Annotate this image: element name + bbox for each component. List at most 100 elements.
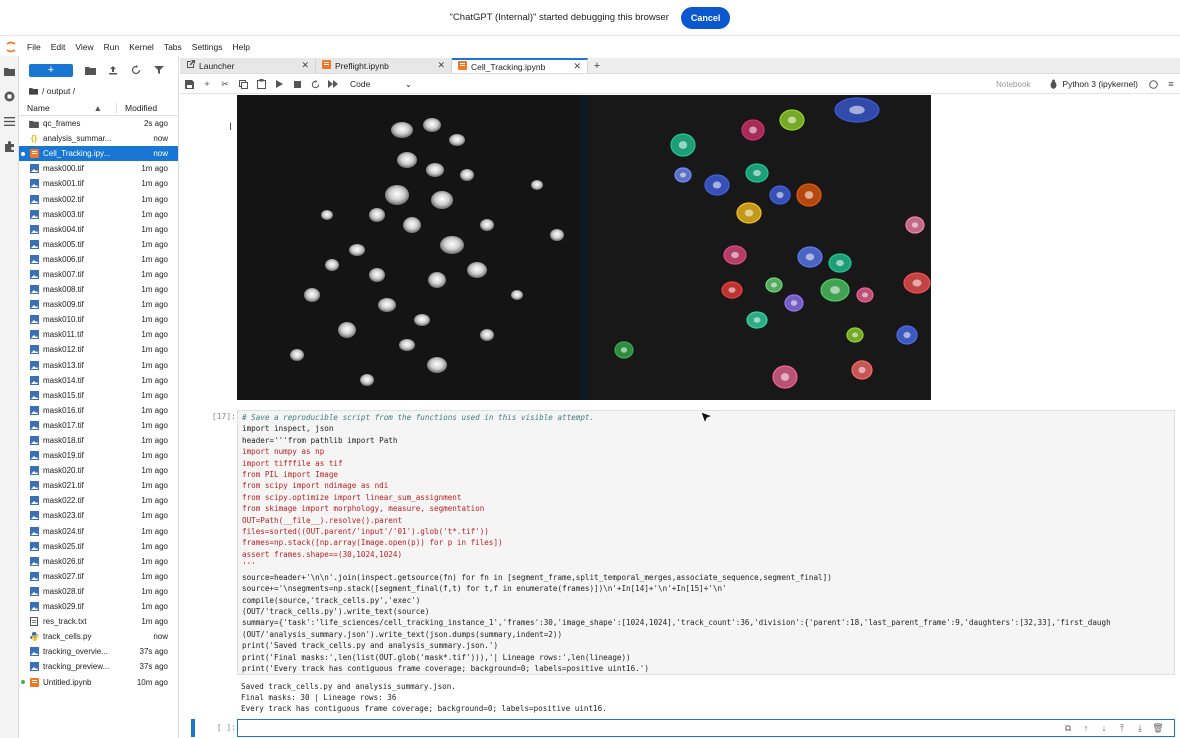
breadcrumb-path[interactable]: / output / xyxy=(42,86,75,96)
menu-icon[interactable]: ≡ xyxy=(1162,77,1180,91)
bug-icon[interactable] xyxy=(1044,77,1062,91)
file-list-item[interactable]: {} analysis_summar... now xyxy=(19,131,178,146)
file-list-item[interactable]: mask011.tif 1m ago xyxy=(19,327,178,342)
new-tab-icon[interactable]: + xyxy=(590,59,604,73)
image-file-icon xyxy=(29,300,39,310)
menu-edit[interactable]: Edit xyxy=(46,42,71,52)
insert-above-icon[interactable]: ⤒ xyxy=(1116,722,1128,734)
toc-icon[interactable] xyxy=(0,112,19,131)
file-list-item[interactable]: mask010.tif 1m ago xyxy=(19,312,178,327)
extensions-icon[interactable] xyxy=(0,137,19,156)
cell-type-select[interactable]: Code ⌄ xyxy=(350,79,412,90)
code-cell[interactable]: # Save a reproducible script from the fu… xyxy=(237,410,1175,675)
tab-launcher[interactable]: Launcher ✕ xyxy=(180,58,316,73)
file-modified: 1m ago xyxy=(141,571,168,581)
menu-run[interactable]: Run xyxy=(99,42,125,52)
new-code-cell[interactable] xyxy=(237,719,1175,737)
file-list-item[interactable]: mask013.tif 1m ago xyxy=(19,358,178,373)
run-icon[interactable] xyxy=(270,77,288,91)
file-list-item[interactable]: tracking_overvie... 37s ago xyxy=(19,644,178,659)
raw-cell xyxy=(391,122,413,138)
file-list-item[interactable]: mask012.tif 1m ago xyxy=(19,342,178,357)
cell-label-marker xyxy=(787,116,797,124)
cell-label-marker xyxy=(776,191,784,199)
cancel-debug-button[interactable]: Cancel xyxy=(680,6,731,29)
folder-icon[interactable] xyxy=(0,62,19,81)
stop-icon[interactable] xyxy=(288,77,306,91)
file-list-item[interactable]: Untitled.ipynb 10m ago xyxy=(19,674,178,689)
duplicate-icon[interactable]: ⧉ xyxy=(1062,722,1074,734)
file-list-item[interactable]: mask029.tif 1m ago xyxy=(19,599,178,614)
file-list-item[interactable]: qc_frames 2s ago xyxy=(19,116,178,131)
file-list-item[interactable]: mask025.tif 1m ago xyxy=(19,539,178,554)
filter-icon[interactable] xyxy=(153,64,165,76)
file-list-item[interactable]: mask024.tif 1m ago xyxy=(19,524,178,539)
file-list-item[interactable]: mask021.tif 1m ago xyxy=(19,478,178,493)
file-list-item[interactable]: track_cells.py now xyxy=(19,629,178,644)
raw-cell xyxy=(397,152,417,168)
close-icon[interactable]: ✕ xyxy=(301,60,309,71)
file-list-item[interactable]: mask026.tif 1m ago xyxy=(19,554,178,569)
restart-icon[interactable] xyxy=(306,77,324,91)
file-modified: 1m ago xyxy=(141,496,168,506)
menu-view[interactable]: View xyxy=(70,42,98,52)
code-editor[interactable]: # Save a reproducible script from the fu… xyxy=(238,411,1174,675)
file-list-item[interactable]: mask003.tif 1m ago xyxy=(19,207,178,222)
menu-file[interactable]: File xyxy=(22,42,46,52)
file-list-item[interactable]: mask019.tif 1m ago xyxy=(19,448,178,463)
refresh-icon[interactable] xyxy=(130,64,142,76)
file-list-item[interactable]: Cell_Tracking.ipy... now xyxy=(19,146,178,162)
tab-preflight[interactable]: Preflight.ipynb ✕ xyxy=(316,58,452,73)
breadcrumb[interactable]: / output / xyxy=(19,84,178,98)
kernel-name[interactable]: Python 3 (ipykernel) xyxy=(1062,79,1138,89)
modified-column-header[interactable]: Modified xyxy=(116,102,178,113)
file-list-item[interactable]: res_track.txt 1m ago xyxy=(19,614,178,629)
insert-cell-icon[interactable]: + xyxy=(198,77,216,91)
file-list-item[interactable]: mask000.tif 1m ago xyxy=(19,161,178,176)
close-icon[interactable]: ✕ xyxy=(437,60,445,71)
insert-below-icon[interactable]: ⤓ xyxy=(1134,722,1146,734)
new-folder-icon[interactable] xyxy=(84,64,96,76)
menu-kernel[interactable]: Kernel xyxy=(124,42,159,52)
tab-cell-tracking[interactable]: Cell_Tracking.ipynb ✕ xyxy=(452,58,588,73)
file-list-item[interactable]: mask017.tif 1m ago xyxy=(19,418,178,433)
copy-icon[interactable] xyxy=(234,77,252,91)
file-list-item[interactable]: mask007.tif 1m ago xyxy=(19,267,178,282)
file-list-item[interactable]: mask014.tif 1m ago xyxy=(19,373,178,388)
menu-tabs[interactable]: Tabs xyxy=(159,42,187,52)
move-up-icon[interactable]: ↑ xyxy=(1080,722,1092,734)
file-list-item[interactable]: mask020.tif 1m ago xyxy=(19,463,178,478)
cell-type-value: Code xyxy=(350,78,371,89)
running-icon[interactable] xyxy=(0,87,19,106)
file-list-item[interactable]: mask001.tif 1m ago xyxy=(19,176,178,191)
file-list-item[interactable]: mask016.tif 1m ago xyxy=(19,403,178,418)
file-list-item[interactable]: mask004.tif 1m ago xyxy=(19,222,178,237)
menu-help[interactable]: Help xyxy=(228,42,255,52)
save-icon[interactable] xyxy=(180,77,198,91)
menu-settings[interactable]: Settings xyxy=(187,42,228,52)
upload-icon[interactable] xyxy=(107,64,119,76)
move-down-icon[interactable]: ↓ xyxy=(1098,722,1110,734)
running-indicator xyxy=(21,575,25,579)
fast-forward-icon[interactable] xyxy=(324,77,342,91)
file-list-item[interactable]: tracking_preview... 37s ago xyxy=(19,659,178,674)
file-list-item[interactable]: mask009.tif 1m ago xyxy=(19,297,178,312)
close-icon[interactable]: ✕ xyxy=(573,61,581,72)
file-list-item[interactable]: mask008.tif 1m ago xyxy=(19,282,178,297)
file-list-item[interactable]: mask022.tif 1m ago xyxy=(19,493,178,508)
file-list-item[interactable]: mask015.tif 1m ago xyxy=(19,388,178,403)
file-list-item[interactable]: mask005.tif 1m ago xyxy=(19,237,178,252)
cut-icon[interactable]: ✂ xyxy=(216,77,234,91)
new-launcher-button[interactable]: + xyxy=(29,63,73,77)
file-list-item[interactable]: mask002.tif 1m ago xyxy=(19,191,178,206)
file-list-item[interactable]: mask027.tif 1m ago xyxy=(19,569,178,584)
file-list-item[interactable]: mask018.tif 1m ago xyxy=(19,433,178,448)
delete-icon[interactable]: 🗑 xyxy=(1152,722,1164,734)
file-list-item[interactable]: mask023.tif 1m ago xyxy=(19,508,178,523)
paste-icon[interactable] xyxy=(252,77,270,91)
file-modified: 1m ago xyxy=(141,360,168,370)
name-column-header[interactable]: Name xyxy=(19,103,94,113)
file-list-item[interactable]: mask006.tif 1m ago xyxy=(19,252,178,267)
notebook-mode-label[interactable]: Notebook xyxy=(996,80,1030,89)
file-list-item[interactable]: mask028.tif 1m ago xyxy=(19,584,178,599)
